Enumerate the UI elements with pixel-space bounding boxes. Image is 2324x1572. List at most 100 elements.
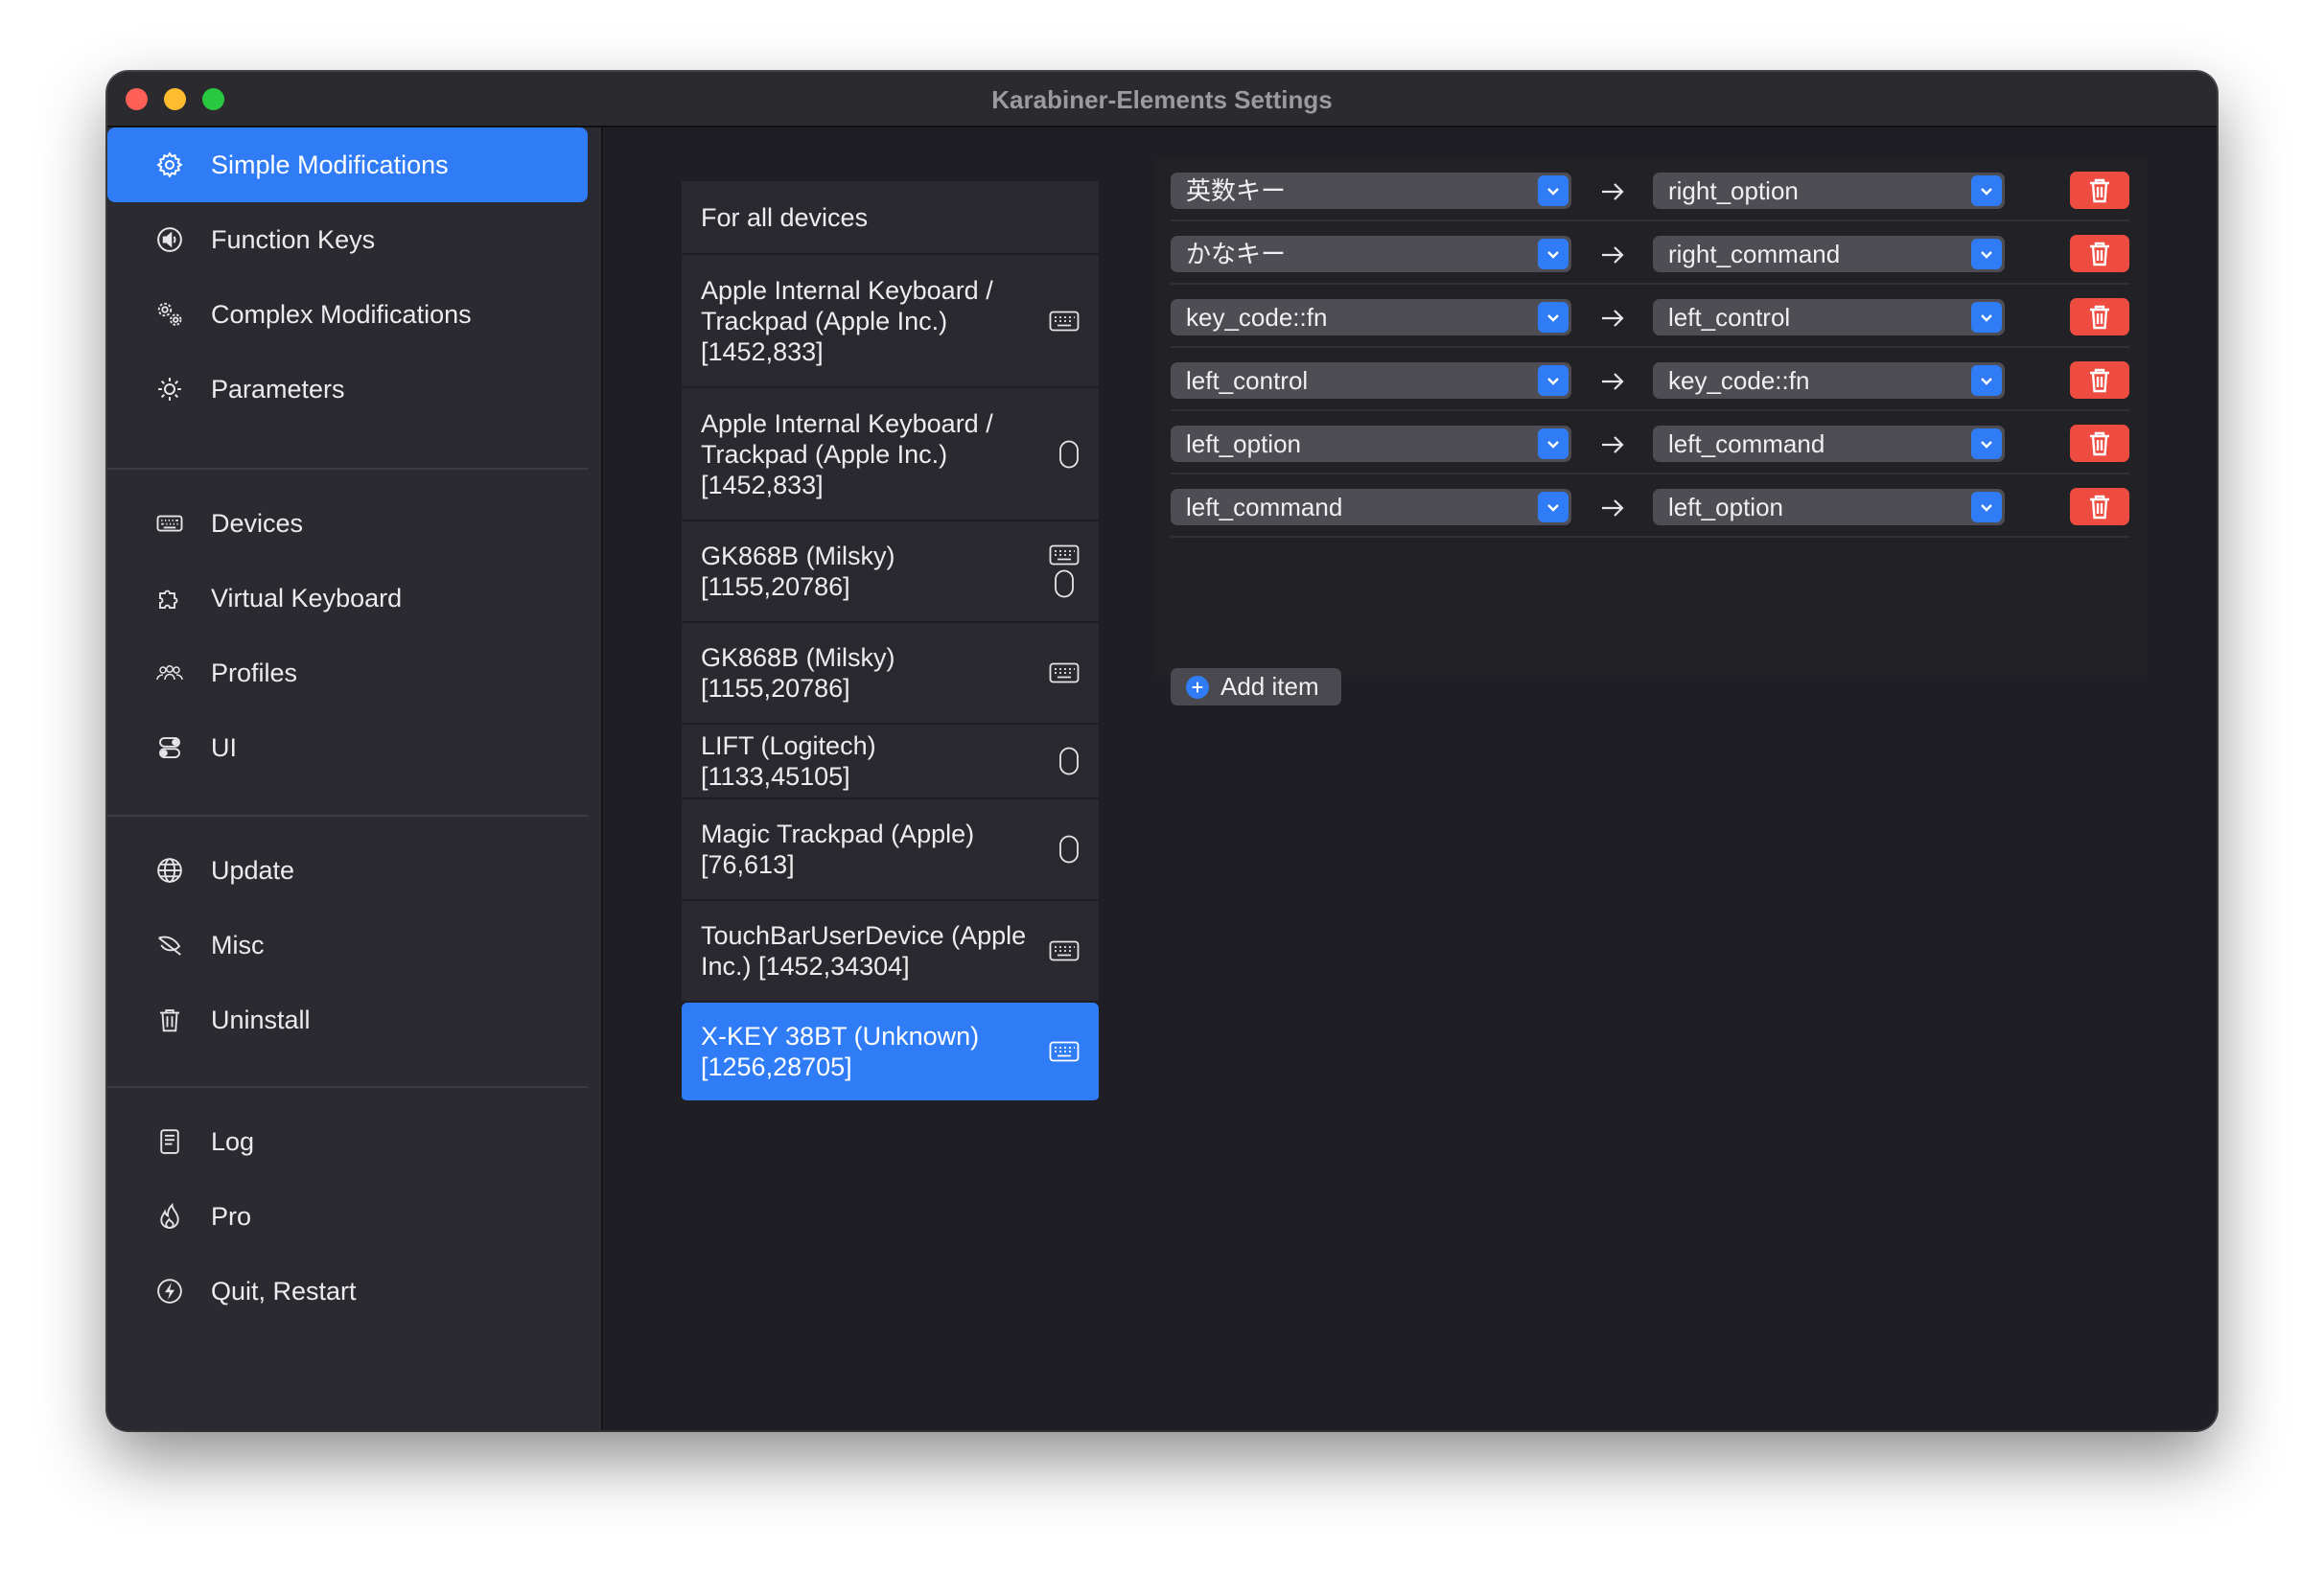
chevron-down-icon — [1538, 428, 1569, 459]
sidebar-item-simple-modifications[interactable]: Simple Modifications — [107, 127, 588, 202]
chevron-down-icon — [1538, 175, 1569, 206]
from-key-select[interactable]: 英数キー — [1171, 173, 1571, 209]
to-key-select[interactable]: left_option — [1653, 489, 2005, 525]
arrow-right-icon — [1602, 373, 1624, 390]
to-key-select[interactable]: left_control — [1653, 299, 2005, 335]
mouse-icon — [1059, 835, 1079, 864]
globe-icon — [153, 854, 186, 887]
to-key-value: right_option — [1668, 176, 1799, 205]
trash-icon — [2090, 431, 2109, 455]
gear-icon — [153, 149, 186, 181]
delete-mapping-button[interactable] — [2070, 172, 2129, 209]
sidebar-item-complex-modifications[interactable]: Complex Modifications — [107, 277, 588, 352]
sidebar-item-devices[interactable]: Devices — [107, 486, 588, 561]
sidebar-item-misc[interactable]: Misc — [107, 908, 588, 982]
device-row-for-all-devices[interactable]: For all devices — [682, 181, 1099, 255]
mapping-row: かなキー right_command — [1171, 221, 2129, 285]
chevron-down-icon — [1971, 302, 2002, 333]
sidebar-item-uninstall[interactable]: Uninstall — [107, 982, 588, 1057]
mouse-icon — [1055, 569, 1074, 598]
puzzle-icon — [153, 582, 186, 614]
mouse-icon — [1059, 747, 1079, 775]
device-row[interactable]: TouchBarUserDevice (Apple Inc.) [1452,34… — [682, 901, 1099, 1003]
chevron-down-icon — [1971, 175, 2002, 206]
keyboard-icon — [1049, 311, 1080, 331]
sidebar-item-label: Virtual Keyboard — [211, 583, 403, 613]
chevron-down-icon — [1971, 365, 2002, 396]
to-key-select[interactable]: left_command — [1653, 426, 2005, 462]
to-key-select[interactable]: right_option — [1653, 173, 2005, 209]
delete-mapping-button[interactable] — [2070, 488, 2129, 525]
to-key-select[interactable]: key_code::fn — [1653, 362, 2005, 399]
device-row[interactable]: GK868B (Milsky) [1155,20786] — [682, 521, 1099, 623]
sidebar-divider — [107, 1086, 588, 1088]
sidebar-item-parameters[interactable]: Parameters — [107, 352, 588, 427]
device-name: LIFT (Logitech) [1133,45105] — [701, 731, 876, 791]
to-key-value: left_command — [1668, 429, 1825, 458]
delete-mapping-button[interactable] — [2070, 235, 2129, 272]
sidebar-item-label: Function Keys — [211, 224, 376, 254]
arrow-right-icon — [1602, 246, 1624, 264]
device-row[interactable]: LIFT (Logitech) [1133,45105] — [682, 725, 1099, 799]
device-name: Apple Internal Keyboard / Trackpad (Appl… — [701, 408, 993, 499]
add-item-button[interactable]: Add item — [1171, 668, 1341, 705]
sidebar-item-ui[interactable]: UI — [107, 710, 588, 785]
delete-mapping-button[interactable] — [2070, 298, 2129, 335]
to-key-value: left_control — [1668, 303, 1791, 332]
device-name: GK868B (Milsky) [1155,20786] — [701, 542, 895, 601]
keyboard-icon — [1049, 940, 1080, 961]
chevron-down-icon — [1971, 492, 2002, 522]
sidebar-item-label: Devices — [211, 508, 304, 538]
to-key-select[interactable]: right_command — [1653, 236, 2005, 272]
from-key-select[interactable]: left_command — [1171, 489, 1571, 525]
from-key-select[interactable]: key_code::fn — [1171, 299, 1571, 335]
modifications-panel: 英数キー right_option かなキー right_command key… — [1154, 158, 2147, 705]
device-row-selected[interactable]: X-KEY 38BT (Unknown) [1256,28705] — [682, 1003, 1099, 1102]
mouse-icon — [1059, 440, 1079, 468]
sidebar-item-label: Quit, Restart — [211, 1276, 357, 1306]
chevron-down-icon — [1538, 302, 1569, 333]
to-key-value: left_option — [1668, 493, 1783, 521]
from-key-select[interactable]: left_option — [1171, 426, 1571, 462]
arrow-right-icon — [1602, 436, 1624, 453]
from-key-select[interactable]: left_control — [1171, 362, 1571, 399]
gears-icon — [153, 298, 186, 331]
sidebar-item-label: UI — [211, 732, 237, 762]
sidebar-item-label: Parameters — [211, 374, 345, 404]
device-row[interactable]: Apple Internal Keyboard / Trackpad (Appl… — [682, 388, 1099, 521]
device-name: For all devices — [701, 202, 869, 232]
sidebar: Simple Modifications Function Keys Compl… — [107, 127, 603, 1430]
mapping-row: left_control key_code::fn — [1171, 348, 2129, 411]
device-row[interactable]: Apple Internal Keyboard / Trackpad (Appl… — [682, 255, 1099, 388]
sidebar-item-log[interactable]: Log — [107, 1104, 588, 1179]
mapping-row: 英数キー right_option — [1171, 158, 2129, 221]
keyboard-icon — [1049, 544, 1080, 566]
trash-icon — [2090, 305, 2109, 329]
device-name: GK868B (Milsky) [1155,20786] — [701, 643, 895, 703]
sidebar-item-function-keys[interactable]: Function Keys — [107, 202, 588, 277]
device-name: Magic Trackpad (Apple) [76,613] — [701, 820, 975, 879]
trash-icon — [2090, 495, 2109, 519]
from-key-value: 英数キー — [1186, 176, 1287, 205]
device-name: TouchBarUserDevice (Apple Inc.) [1452,34… — [701, 921, 1027, 981]
sidebar-item-update[interactable]: Update — [107, 833, 588, 908]
trash-icon — [2090, 178, 2109, 202]
device-row[interactable]: Magic Trackpad (Apple) [76,613] — [682, 799, 1099, 901]
bolt-icon — [153, 1275, 186, 1307]
delete-mapping-button[interactable] — [2070, 425, 2129, 462]
sidebar-item-quit-restart[interactable]: Quit, Restart — [107, 1254, 588, 1329]
delete-mapping-button[interactable] — [2070, 361, 2129, 399]
document-icon — [153, 1125, 186, 1158]
sidebar-item-virtual-keyboard[interactable]: Virtual Keyboard — [107, 561, 588, 636]
sidebar-item-profiles[interactable]: Profiles — [107, 636, 588, 710]
device-row[interactable]: GK868B (Milsky) [1155,20786] — [682, 623, 1099, 725]
chevron-down-icon — [1538, 365, 1569, 396]
sidebar-item-label: Misc — [211, 930, 265, 959]
from-key-value: left_option — [1186, 429, 1301, 458]
to-key-value: key_code::fn — [1668, 366, 1810, 395]
device-name: Apple Internal Keyboard / Trackpad (Appl… — [701, 275, 993, 366]
mapping-row: left_command left_option — [1171, 474, 2129, 538]
mapping-row: key_code::fn left_control — [1171, 285, 2129, 348]
sidebar-item-pro[interactable]: Pro — [107, 1179, 588, 1254]
from-key-select[interactable]: かなキー — [1171, 236, 1571, 272]
